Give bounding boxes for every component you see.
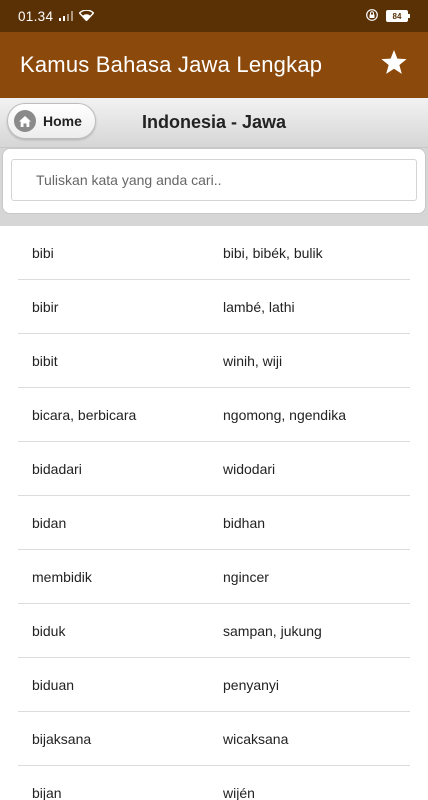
sub-header: Home Indonesia - Jawa: [0, 98, 428, 148]
entry-word: bijaksana: [32, 730, 92, 747]
entry-word: bibir: [32, 298, 59, 315]
word-list[interactable]: bibi bibi, bibék, bulik bibir lambé, lathi b…: [0, 226, 428, 800]
search-input[interactable]: [11, 159, 417, 201]
lock-icon: [366, 8, 378, 24]
list-item[interactable]: biduk sampan, jukung: [18, 604, 410, 658]
entry-word: biduan: [32, 676, 75, 693]
list-item[interactable]: bibir lambé, lathi: [18, 280, 410, 334]
entry-translation: lambé, lathi: [223, 298, 295, 315]
app-title: Kamus Bahasa Jawa Lengkap: [20, 52, 323, 77]
battery-icon: 84: [386, 10, 410, 22]
list-item[interactable]: bibit winih, wiji: [18, 334, 410, 388]
entry-word: biduk: [32, 622, 66, 639]
status-bar: 01.34 84: [0, 0, 428, 32]
entry-word: bicara, berbicara: [32, 406, 137, 423]
list-item[interactable]: bidadari widodari: [18, 442, 410, 496]
entry-word: bibi: [32, 244, 54, 261]
entry-word: bidan: [32, 514, 67, 531]
entry-word: bijan: [32, 784, 62, 800]
entry-word: bibit: [32, 352, 58, 369]
status-time: 01.34: [18, 8, 54, 24]
entry-translation: ngomong, ngendika: [223, 406, 346, 423]
wifi-icon: [78, 8, 95, 24]
list-item[interactable]: bijan wijén: [18, 766, 410, 800]
entry-word: bidadari: [32, 460, 82, 477]
entry-translation: widodari: [223, 460, 276, 477]
entry-translation: bibi, bibék, bulik: [223, 244, 323, 261]
signal-icon: [59, 9, 74, 24]
list-item[interactable]: membidik ngincer: [18, 550, 410, 604]
star-icon[interactable]: [380, 49, 408, 82]
list-item[interactable]: bijaksana wicaksana: [18, 712, 410, 766]
app-bar: Kamus Bahasa Jawa Lengkap: [0, 32, 428, 98]
list-item[interactable]: biduan penyanyi: [18, 658, 410, 712]
entry-translation: ngincer: [223, 568, 269, 585]
list-item[interactable]: bibi bibi, bibék, bulik: [18, 226, 410, 280]
list-item[interactable]: bicara, berbicara ngomong, ngendika: [18, 388, 410, 442]
entry-translation: wicaksana: [223, 730, 289, 747]
entry-translation: bidhan: [223, 514, 266, 531]
list-item[interactable]: bidan bidhan: [18, 496, 410, 550]
entry-translation: winih, wiji: [223, 352, 283, 369]
entry-translation: sampan, jukung: [223, 622, 322, 639]
page-title: Indonesia - Jawa: [0, 112, 428, 133]
search-container: [0, 148, 428, 226]
entry-word: membidik: [32, 568, 92, 585]
entry-translation: wijén: [223, 784, 255, 800]
search-card: [2, 148, 426, 214]
entry-translation: penyanyi: [223, 676, 280, 693]
page-title-text: Indonesia - Jawa: [141, 112, 287, 132]
